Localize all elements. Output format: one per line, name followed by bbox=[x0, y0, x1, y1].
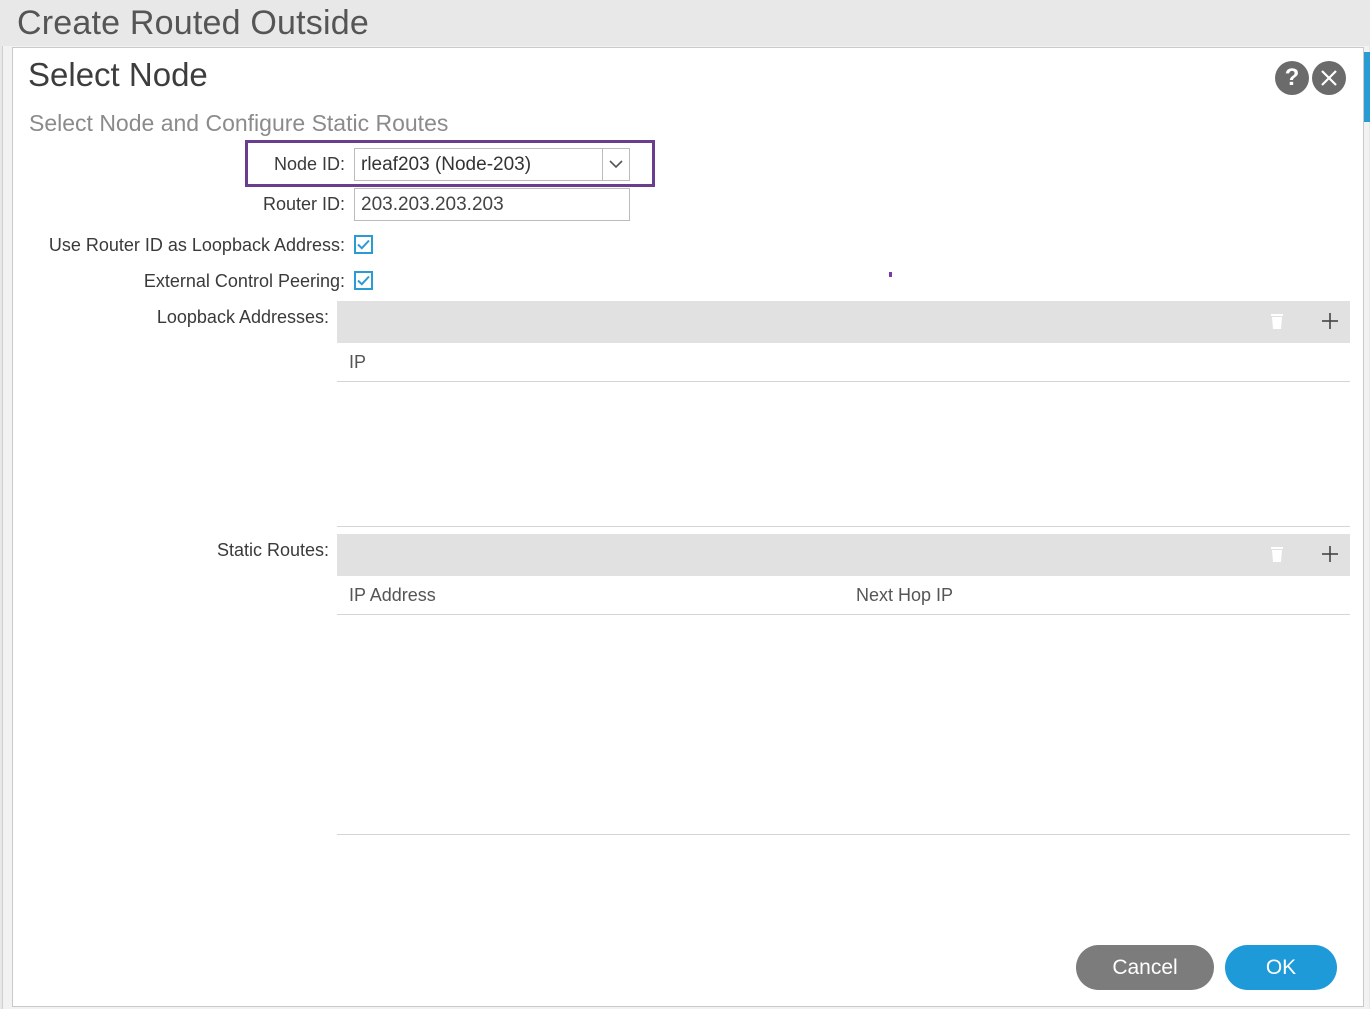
use-router-id-loopback-checkbox[interactable] bbox=[354, 235, 373, 254]
external-control-peering-label: External Control Peering: bbox=[143, 271, 345, 291]
loopback-addresses-label: Loopback Addresses: bbox=[156, 307, 329, 327]
loopback-addresses-table: IP bbox=[337, 301, 1350, 527]
table-body bbox=[337, 382, 1350, 527]
node-id-value: rleaf203 (Node-203) bbox=[361, 153, 532, 175]
router-id-input[interactable] bbox=[354, 188, 630, 221]
close-button[interactable] bbox=[1312, 61, 1346, 95]
static-routes-label: Static Routes: bbox=[216, 540, 329, 560]
question-icon: ? bbox=[1284, 64, 1300, 91]
table-header: IP Address Next Hop IP bbox=[337, 576, 1350, 615]
check-icon bbox=[357, 239, 370, 250]
table-body bbox=[337, 615, 1350, 835]
side-accent bbox=[1364, 52, 1370, 122]
table-header: IP bbox=[337, 343, 1350, 382]
table-toolbar bbox=[337, 301, 1350, 343]
select-node-dialog: Select Node ? Select Node and Configure … bbox=[12, 47, 1364, 1007]
table-toolbar bbox=[337, 534, 1350, 576]
trash-icon[interactable] bbox=[1270, 311, 1284, 331]
window-title: Create Routed Outside bbox=[17, 4, 369, 42]
external-control-peering-checkbox[interactable] bbox=[354, 271, 373, 290]
column-header-next-hop-ip[interactable]: Next Hop IP bbox=[856, 585, 953, 606]
use-router-id-loopback-label: Use Router ID as Loopback Address: bbox=[48, 235, 345, 255]
column-header-ip-address[interactable]: IP Address bbox=[349, 585, 436, 606]
plus-icon[interactable] bbox=[1321, 311, 1339, 331]
check-icon bbox=[357, 275, 370, 286]
plus-icon[interactable] bbox=[1321, 544, 1339, 564]
dialog-title: Select Node bbox=[28, 56, 208, 93]
dialog-subtitle: Select Node and Configure Static Routes bbox=[29, 110, 449, 136]
cancel-button[interactable]: Cancel bbox=[1076, 945, 1214, 990]
node-id-select[interactable]: rleaf203 (Node-203) bbox=[354, 148, 630, 181]
close-icon bbox=[1321, 70, 1337, 86]
ok-button[interactable]: OK bbox=[1225, 945, 1337, 990]
help-button[interactable]: ? bbox=[1275, 61, 1309, 95]
node-id-label: Node ID: bbox=[273, 154, 345, 174]
static-routes-table: IP Address Next Hop IP bbox=[337, 534, 1350, 835]
trash-icon[interactable] bbox=[1270, 544, 1284, 564]
router-id-label: Router ID: bbox=[262, 194, 345, 214]
column-header-ip[interactable]: IP bbox=[349, 352, 366, 373]
stray-mark bbox=[889, 272, 892, 277]
chevron-down-icon[interactable] bbox=[602, 149, 629, 180]
